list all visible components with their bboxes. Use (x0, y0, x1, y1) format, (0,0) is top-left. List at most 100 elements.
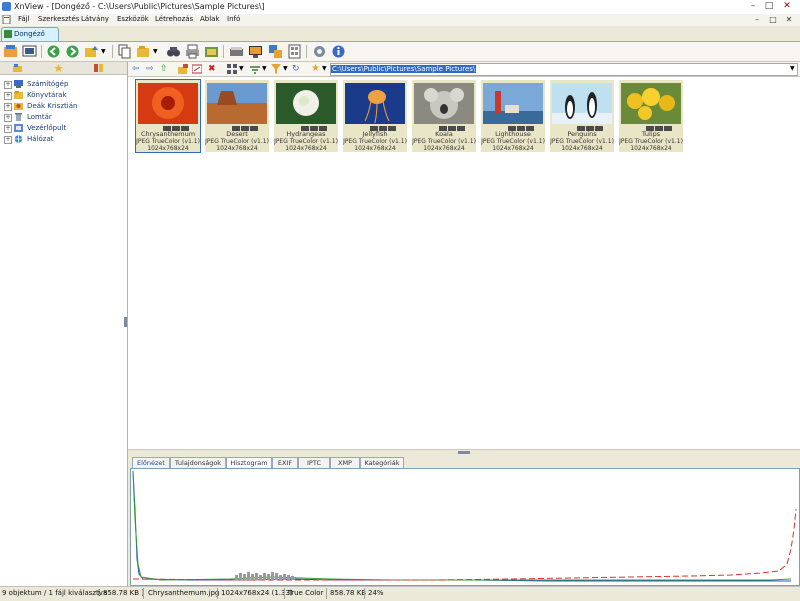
menu-view[interactable]: Látvány (81, 15, 109, 23)
dropdown-arrow-icon[interactable]: ▼ (239, 65, 244, 72)
thumbnail-image (552, 83, 612, 124)
favorites-tab-icon[interactable] (54, 64, 63, 72)
info-icon[interactable] (331, 44, 346, 59)
thumbnail-format: JPEG TrueColor (v1.1) (481, 138, 545, 145)
copy-icon[interactable] (117, 44, 132, 59)
panel-collapse-handle[interactable] (124, 317, 127, 327)
convert-icon[interactable] (268, 44, 283, 59)
capture-icon[interactable] (248, 44, 263, 59)
delete-icon[interactable]: ✖ (208, 64, 218, 74)
filter-icon[interactable] (271, 64, 281, 74)
left-panel-tabs (0, 62, 127, 75)
thumbnail-penguins[interactable]: Penguins JPEG TrueColor (v1.1) 1024x768x… (550, 80, 614, 152)
folder-up-icon[interactable] (84, 44, 99, 59)
dropdown-arrow-icon[interactable]: ▼ (153, 48, 158, 55)
settings-icon[interactable] (312, 44, 327, 59)
close-button[interactable]: ✕ (781, 1, 793, 12)
categories-tab-icon[interactable] (94, 64, 103, 72)
expand-icon[interactable]: + (4, 81, 12, 89)
view-mode-icon[interactable] (227, 64, 237, 74)
fullscreen-icon[interactable] (22, 44, 37, 59)
thumbnail-lighthouse[interactable]: Lighthouse JPEG TrueColor (v1.1) 1024x76… (481, 80, 545, 152)
thumbnail-image (138, 83, 198, 124)
nav-back-icon[interactable]: ⇦ (132, 64, 142, 74)
menu-file[interactable]: Fájl (18, 15, 30, 23)
status-separator (217, 588, 218, 599)
dropdown-arrow-icon[interactable]: ▼ (101, 48, 106, 55)
print-icon[interactable] (185, 44, 200, 59)
thumbnail-dimensions: 1024x768x24 (147, 145, 189, 152)
forward-icon[interactable] (65, 44, 80, 59)
doc-close-button[interactable]: ✕ (784, 15, 794, 25)
thumbnail-tulips[interactable]: Tulips JPEG TrueColor (v1.1) 1024x768x24 (619, 80, 683, 152)
dropdown-arrow-icon[interactable]: ▼ (322, 65, 327, 72)
thumbnail-name: Penguins (567, 130, 597, 138)
sort-icon[interactable] (250, 64, 260, 74)
thumbnail-badges (369, 124, 405, 131)
main-toolbar: ▼ ▼ (0, 42, 800, 62)
thumbnail-name: Koala (435, 130, 453, 138)
tree-item-label: Hálózat (27, 135, 54, 143)
favorites-star-icon[interactable]: ★ (311, 64, 321, 74)
maximize-button[interactable]: □ (763, 1, 775, 12)
histogram-chart (132, 470, 797, 582)
dropdown-arrow-icon[interactable]: ▼ (283, 65, 288, 72)
status-separator (143, 588, 144, 599)
folders-tab-icon[interactable] (13, 64, 22, 72)
browser-icon (4, 30, 12, 38)
thumbnail-dimensions: 1024x768x24 (354, 145, 396, 152)
expand-icon[interactable]: + (4, 125, 12, 133)
dropdown-arrow-icon[interactable]: ▼ (262, 65, 267, 72)
status-bar: 9 objektum / 1 fájl kiválasztva [ 858.78… (0, 586, 800, 601)
doc-minimize-button[interactable]: – (752, 15, 762, 25)
histogram-panel (130, 468, 800, 586)
window-title: XnView - [Dongéző - C:\Users\Public\Pict… (14, 2, 265, 11)
path-dropdown-icon[interactable]: ▼ (790, 65, 795, 72)
toolbar-separator (223, 45, 224, 58)
minimize-button[interactable]: – (747, 1, 759, 12)
thumbnail-desert[interactable]: Desert JPEG TrueColor (v1.1) 1024x768x24 (205, 80, 269, 152)
thumbnail-badges (507, 124, 543, 131)
rename-icon[interactable] (192, 64, 202, 74)
expand-icon[interactable]: + (4, 103, 12, 111)
expand-icon[interactable]: + (4, 136, 12, 144)
thumbnail-format: JPEG TrueColor (v1.1) (274, 138, 338, 145)
scan-icon[interactable] (229, 44, 244, 59)
expand-icon[interactable]: + (4, 92, 12, 100)
open-folder-icon[interactable] (136, 44, 151, 59)
contact-sheet-icon[interactable] (287, 44, 302, 59)
thumbnail-jellyfish[interactable]: Jellyfish JPEG TrueColor (v1.1) 1024x768… (343, 80, 407, 152)
thumbnail-image (621, 83, 681, 124)
thumbnail-koala[interactable]: Koala JPEG TrueColor (v1.1) 1024x768x24 (412, 80, 476, 152)
doc-restore-button[interactable]: □ (768, 15, 778, 25)
thumbnail-chrysanthemum[interactable]: Chrysanthemum JPEG TrueColor (v1.1) 1024… (135, 79, 201, 153)
expand-icon[interactable]: + (4, 114, 12, 122)
status-separator (284, 588, 285, 599)
search-icon[interactable] (166, 44, 181, 59)
panel-splitter[interactable] (128, 449, 800, 456)
thumbnail-badges (300, 124, 336, 131)
menu-window[interactable]: Ablak (200, 15, 220, 23)
thumbnail-format: JPEG TrueColor (v1.1) (412, 138, 476, 145)
nav-forward-icon[interactable]: ⇨ (146, 64, 156, 74)
tab-browser[interactable]: Dongéző (1, 27, 59, 41)
thumbnail-format: JPEG TrueColor (v1.1) (205, 138, 269, 145)
back-icon[interactable] (46, 44, 61, 59)
menu-create[interactable]: Létrehozás (155, 15, 193, 23)
thumbnail-grid: Chrysanthemum JPEG TrueColor (v1.1) 1024… (128, 77, 800, 449)
path-text: C:\Users\Public\Pictures\Sample Pictures… (331, 65, 477, 73)
path-input[interactable]: C:\Users\Public\Pictures\Sample Pictures… (330, 63, 798, 76)
new-folder-icon[interactable] (178, 64, 188, 74)
refresh-icon[interactable]: ↻ (292, 64, 302, 74)
status-separator (364, 588, 365, 599)
thumbnail-hydrangeas[interactable]: Hydrangeas JPEG TrueColor (v1.1) 1024x76… (274, 80, 338, 152)
splitter-grip-icon[interactable] (458, 451, 470, 454)
browser-icon[interactable] (3, 44, 18, 59)
menu-tools[interactable]: Eszközök (117, 15, 149, 23)
status-dimensions: 1024x768x24 (1.33) (221, 589, 293, 597)
slideshow-icon[interactable] (204, 44, 219, 59)
menu-edit[interactable]: Szerkesztés (38, 15, 79, 23)
menu-info[interactable]: Infó (227, 15, 240, 23)
nav-up-icon[interactable]: ⇧ (160, 64, 170, 74)
tree-item-label: Könyvtárak (27, 91, 67, 99)
